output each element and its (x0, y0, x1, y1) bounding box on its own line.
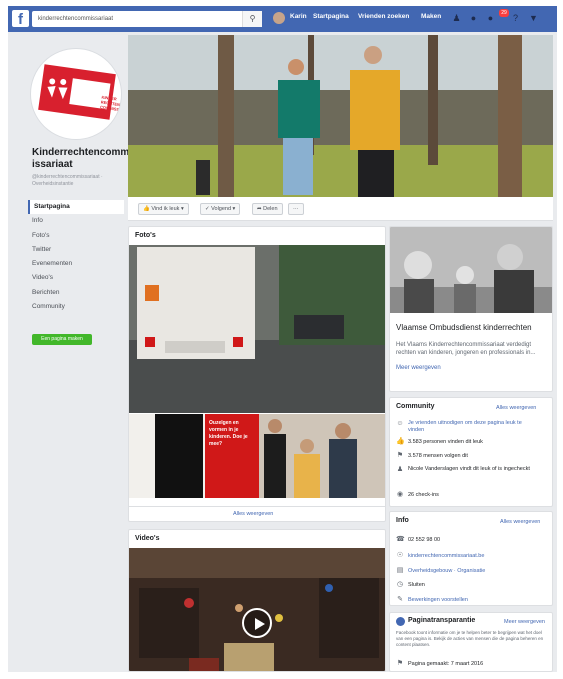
logo-text: KINDER RECHTEN COMMISSARIAAT (99, 94, 122, 115)
messenger-icon[interactable]: ● (468, 13, 479, 24)
poster-text: Ouzelgen en vormen in je kinderen. Doe j… (209, 420, 248, 447)
photos-card: Foto's Ouzelgen en vormen in je kinderen… (128, 226, 386, 522)
info-suggest-edits[interactable]: Bewerkingen voorstellen (408, 597, 538, 604)
about-title: Vlaamse Ombudsdienst kinderrechten (396, 323, 532, 332)
user-avatar[interactable] (273, 12, 285, 24)
invite-friends-icon: ☺ (396, 420, 404, 427)
about-card: Vlaamse Ombudsdienst kinderrechten Het V… (389, 226, 553, 392)
page-handle[interactable]: @kinderrechtencommissariaat · Overheidsi… (32, 174, 124, 188)
page-action-bar: 👍 Vind ik leuk ▾ ✓ Volgend ▾ ➦ Delen ··· (128, 197, 553, 221)
transparency-see-more-link[interactable]: Meer weergeven (504, 619, 545, 625)
globe-icon: ☉ (396, 552, 404, 559)
page-title[interactable]: Kinderrechtencomm issariaat (32, 147, 129, 171)
notification-badge: 29 (499, 9, 509, 17)
more-options-button[interactable]: ··· (288, 203, 304, 215)
home-link[interactable]: Startpagina (313, 13, 349, 20)
photo-van[interactable] (129, 245, 386, 413)
screenshot-frame: f kinderrechtencommissariaat ⚲ Karin Sta… (8, 6, 557, 672)
logo-figures-icon (47, 78, 68, 100)
account-menu-icon[interactable]: ▼ (528, 13, 539, 24)
community-card-title[interactable]: Community (396, 403, 435, 410)
page-profile-picture[interactable]: KINDER RECHTEN COMMISSARIAAT (30, 48, 122, 140)
community-row-invite[interactable]: Je vrienden uitnodigen om deze pagina le… (408, 420, 538, 434)
like-button[interactable]: 👍 Vind ik leuk ▾ (138, 203, 189, 215)
create-page-button[interactable]: Een pagina maken (32, 334, 92, 345)
find-friends-link[interactable]: Vrienden zoeken (358, 13, 409, 20)
page-navigation: Startpagina Info Foto's Twitter Evenemen… (28, 200, 124, 314)
photo-campaign-poster[interactable] (129, 414, 386, 498)
videos-card-title[interactable]: Video's (135, 535, 160, 542)
category-icon: ▤ (396, 567, 404, 574)
photos-see-all-link[interactable]: Alles weergeven (233, 511, 273, 517)
friend-icon: ♟ (396, 466, 404, 473)
follow-icon: ⚑ (396, 452, 404, 459)
community-see-all-link[interactable]: Alles weergeven (496, 405, 536, 411)
search-input-value: kinderrechtencommissariaat (38, 16, 114, 22)
facebook-logo-icon[interactable]: f (12, 10, 29, 28)
cover-image (128, 35, 553, 197)
about-see-more-link[interactable]: Meer weergeven (396, 365, 441, 371)
search-icon[interactable]: ⚲ (242, 11, 262, 27)
nav-item-posts[interactable]: Berichten (28, 286, 124, 300)
create-link[interactable]: Maken (421, 13, 441, 20)
videos-card: Video's (128, 529, 386, 672)
left-column: KINDER RECHTEN COMMISSARIAAT Kinderrecht… (8, 32, 129, 672)
pencil-icon: ✎ (397, 596, 403, 603)
info-website[interactable]: kinderrechtencommissariaat.be (408, 553, 538, 560)
follow-button[interactable]: ✓ Volgend ▾ (200, 203, 241, 215)
transparency-icon (396, 617, 405, 626)
info-card-title[interactable]: Info (396, 517, 409, 524)
cover-photo[interactable] (128, 35, 553, 197)
community-card: Community Alles weergeven ☺ Je vrienden … (389, 397, 553, 507)
about-description: Het Vlaams Kinderrechtencommissariaat ve… (396, 342, 536, 356)
transparency-title[interactable]: Paginatransparantie (408, 617, 475, 624)
checkin-icon: ◉ (396, 491, 404, 498)
transparency-created: Pagina gemaakt: 7 maart 2016 (408, 661, 484, 667)
user-name-link[interactable]: Karin (290, 13, 307, 20)
flag-icon: ⚑ (396, 660, 404, 667)
nav-item-videos[interactable]: Video's (28, 271, 124, 285)
kinderrechten-logo: KINDER RECHTEN COMMISSARIAAT (38, 64, 121, 120)
phone-icon: ☎ (396, 536, 405, 543)
nav-item-home[interactable]: Startpagina (28, 200, 124, 215)
clock-icon: ◷ (396, 581, 404, 588)
about-image[interactable] (390, 227, 553, 313)
nav-item-twitter[interactable]: Twitter (28, 243, 124, 257)
video-play-icon[interactable] (242, 608, 272, 638)
info-see-all-link[interactable]: Alles weergeven (500, 519, 540, 525)
notifications-icon[interactable]: ● (485, 13, 496, 24)
nav-item-info[interactable]: Info (28, 214, 124, 228)
nav-item-photos[interactable]: Foto's (28, 229, 124, 243)
info-card: Info Alles weergeven ☎ 02 552 98 00 ☉ ki… (389, 511, 553, 606)
help-icon[interactable]: ? (510, 13, 521, 24)
community-row-friend[interactable]: Nicole Vanderslagen vindt dit leuk of is… (408, 466, 538, 473)
info-phone[interactable]: 02 552 98 00 (408, 537, 538, 544)
nav-item-community[interactable]: Community (28, 300, 124, 314)
community-row-likes: 3.583 personen vinden dit leuk (408, 439, 483, 445)
community-row-checkins: 26 check-ins (408, 492, 439, 498)
top-navigation-bar: f kinderrechtencommissariaat ⚲ Karin Sta… (8, 6, 557, 32)
search-input[interactable]: kinderrechtencommissariaat ⚲ (32, 11, 262, 27)
share-button[interactable]: ➦ Delen (252, 203, 283, 215)
transparency-text: Facebook toont informatie om je te helpe… (396, 630, 544, 647)
nav-item-events[interactable]: Evenementen (28, 257, 124, 271)
friend-requests-icon[interactable]: ♟ (451, 13, 462, 24)
like-icon: 👍 (396, 438, 405, 445)
info-category[interactable]: Overheidsgebouw · Organisatie (408, 568, 538, 575)
info-hours: Sluiten (408, 582, 425, 588)
page-transparency-card: Paginatransparantie Meer weergeven Faceb… (389, 612, 553, 672)
community-row-follows: 3.578 mensen volgen dit (408, 453, 468, 459)
photos-card-title[interactable]: Foto's (135, 232, 156, 239)
